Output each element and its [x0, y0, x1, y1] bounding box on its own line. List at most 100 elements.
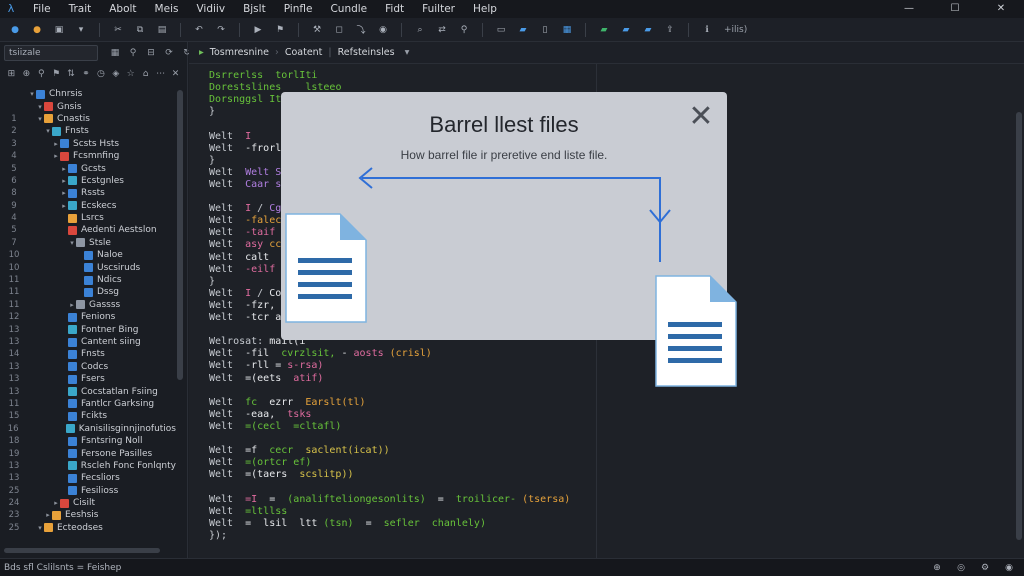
tree-item[interactable]: 13 Fsers: [0, 373, 176, 385]
chevron-right-icon[interactable]: ▸: [60, 202, 68, 210]
tree-item[interactable]: 16 Kanisilisginnjinofutios: [0, 423, 176, 435]
step-icon[interactable]: ⤵: [354, 23, 368, 37]
explorer-search-input[interactable]: [4, 45, 98, 61]
explorer-horizontal-scrollbar[interactable]: [4, 548, 160, 553]
chevron-down-icon[interactable]: ▾: [44, 127, 52, 135]
tree-item[interactable]: 25 Fesilioss: [0, 485, 176, 497]
tag-icon[interactable]: ◈: [111, 69, 120, 79]
chevron-down-icon[interactable]: ▾: [28, 90, 36, 98]
tree-item[interactable]: 3 ▸ Scsts Hsts: [0, 138, 176, 150]
menu-item-fidt[interactable]: Fidt: [376, 3, 413, 15]
run-icon[interactable]: ▶: [251, 23, 265, 37]
menu-item-fuilter[interactable]: Fuilter: [413, 3, 464, 15]
tree-item[interactable]: 10 Naloe: [0, 249, 176, 261]
menu-item-vidiiv[interactable]: Vidiiv: [187, 3, 234, 15]
sort-icon[interactable]: ⇅: [67, 69, 76, 79]
tree-item[interactable]: 10 Uscsiruds: [0, 261, 176, 273]
tree-item[interactable]: 13 Cantent siing: [0, 336, 176, 348]
sync-icon[interactable]: ⟳: [163, 47, 175, 59]
chevron-down-icon[interactable]: ▾: [36, 103, 44, 111]
chevron-right-icon[interactable]: ▸: [52, 140, 60, 148]
tree-item[interactable]: 13 Cocstatlan Fsiing: [0, 385, 176, 397]
account-icon[interactable]: ◉: [1004, 563, 1014, 573]
layers-icon[interactable]: ▰: [516, 23, 530, 37]
editor-scrollbar[interactable]: [1016, 112, 1022, 540]
copy-icon[interactable]: ⧉: [133, 23, 147, 37]
chevron-down-icon[interactable]: ▾: [36, 524, 44, 532]
tree-item[interactable]: ▾ Chnrsis: [0, 88, 176, 100]
tree-item[interactable]: 13 Fecsliors: [0, 472, 176, 484]
cut-icon[interactable]: ✂: [111, 23, 125, 37]
tree-item[interactable]: 11 ▸ Gassss: [0, 299, 176, 311]
lambda-icon[interactable]: λ: [4, 2, 18, 16]
undo-icon[interactable]: ↶: [192, 23, 206, 37]
close-icon[interactable]: ✕: [685, 102, 717, 134]
tree-item[interactable]: 1 ▾ Cnastis: [0, 113, 176, 125]
tree-item[interactable]: 14 Fnsts: [0, 348, 176, 360]
star-icon[interactable]: ☆: [126, 69, 135, 79]
tab-dropdown-icon[interactable]: ▾: [405, 47, 410, 58]
menu-item-bjslt[interactable]: Bjslt: [234, 3, 275, 15]
minimize-button[interactable]: —: [886, 0, 932, 18]
chevron-right-icon[interactable]: ▸: [60, 165, 68, 173]
tree-item[interactable]: 6 ▸ Ecstgnles: [0, 175, 176, 187]
terminal-icon[interactable]: ▰: [619, 23, 633, 37]
tree-item[interactable]: 13 Rscleh Fonc Fonlqnty: [0, 460, 177, 472]
menu-item-trait[interactable]: Trait: [60, 3, 101, 15]
stop-icon[interactable]: ◻: [332, 23, 346, 37]
git-icon[interactable]: ▰: [597, 23, 611, 37]
chevron-right-icon[interactable]: ▸: [68, 301, 76, 309]
history-icon[interactable]: ◷: [96, 69, 105, 79]
chevron-down-icon[interactable]: ▾: [36, 115, 44, 123]
tree-item[interactable]: 2 ▾ Fnsts: [0, 125, 176, 137]
save-all-icon[interactable]: ▾: [74, 23, 88, 37]
page-icon[interactable]: ▯: [538, 23, 552, 37]
tree-item[interactable]: 5 ▸ Gcsts: [0, 162, 176, 174]
tab-path-segment[interactable]: Tosmresnine: [210, 47, 269, 58]
maximize-button[interactable]: ☐: [932, 0, 978, 18]
tree-item[interactable]: 23 ▸ Eeshsis: [0, 509, 176, 521]
tree-item[interactable]: 24 ▸ Cisilt: [0, 497, 176, 509]
chevron-right-icon[interactable]: ▸: [52, 499, 60, 507]
chevron-right-icon[interactable]: ▸: [52, 152, 60, 160]
tree-item[interactable]: 13 Fontner Bing: [0, 323, 176, 335]
menu-item-pinfle[interactable]: Pinfle: [275, 3, 322, 15]
debug-icon[interactable]: ⚑: [273, 23, 287, 37]
link-icon[interactable]: ⚭: [82, 69, 91, 79]
open-folder-icon[interactable]: ●: [30, 23, 44, 37]
build-icon[interactable]: ⚒: [310, 23, 324, 37]
tree-item[interactable]: 25 ▾ Ecteodses: [0, 522, 176, 534]
tree-item[interactable]: 18 Fsntsring Noll: [0, 435, 176, 447]
tree-item[interactable]: ▾ Gnsis: [0, 100, 176, 112]
paste-icon[interactable]: ▤: [155, 23, 169, 37]
chevron-down-icon[interactable]: ▾: [68, 239, 76, 247]
tree-item[interactable]: 13 Codcs: [0, 361, 176, 373]
menu-item-cundle[interactable]: Cundle: [321, 3, 376, 15]
tree-item[interactable]: 11 Ndics: [0, 274, 176, 286]
tree-item[interactable]: 19 Fersone Pasilles: [0, 447, 176, 459]
new-folder-icon[interactable]: ⊞: [7, 69, 16, 79]
collapse-icon[interactable]: ⊟: [145, 47, 157, 59]
tab-path-segment[interactable]: Coatent: [285, 47, 323, 58]
flag-icon[interactable]: ⚑: [52, 69, 61, 79]
more-icon[interactable]: ⋯: [156, 69, 165, 79]
pin-icon[interactable]: ⚲: [37, 69, 46, 79]
tree-item[interactable]: 5 Aedenti Aestslon: [0, 224, 176, 236]
tree-item[interactable]: 15 Fcikts: [0, 410, 176, 422]
tree-item[interactable]: 4 Lsrcs: [0, 212, 176, 224]
export-icon[interactable]: ⇪: [663, 23, 677, 37]
search-icon[interactable]: ⌕: [413, 23, 427, 37]
close-window-button[interactable]: ✕: [978, 0, 1024, 18]
replace-icon[interactable]: ⇄: [435, 23, 449, 37]
new-file-icon[interactable]: ●: [8, 23, 22, 37]
package-icon[interactable]: ▰: [641, 23, 655, 37]
database-icon[interactable]: ▦: [560, 23, 574, 37]
close-panel-icon[interactable]: ✕: [171, 69, 180, 79]
menu-item-help[interactable]: Help: [464, 3, 506, 15]
tree-item[interactable]: 12 Fenions: [0, 311, 176, 323]
chevron-right-icon[interactable]: ▸: [60, 189, 68, 197]
tree-item[interactable]: 8 ▸ Rssts: [0, 187, 176, 199]
filter-icon[interactable]: ⚲: [127, 47, 139, 59]
grid-icon[interactable]: ▦: [109, 47, 121, 59]
chevron-right-icon[interactable]: ▸: [44, 511, 52, 519]
